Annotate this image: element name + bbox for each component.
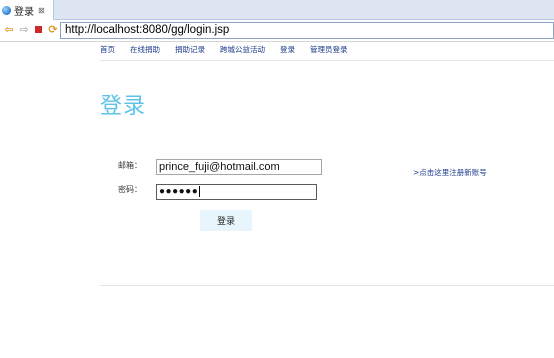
password-label: 密码： <box>118 185 142 194</box>
browser-toolbar: ⇦ ⇨ ⟳ http://localhost:8080/gg/login.jsp <box>0 20 554 42</box>
password-mask: ●●●●●● <box>159 186 199 197</box>
forward-icon[interactable]: ⇨ <box>18 24 30 36</box>
site-nav: 首页 在线捐助 捐助记录 跨城公益活动 登录 管理员登录 <box>100 44 363 58</box>
stop-icon[interactable] <box>33 24 45 36</box>
editor-tab-strip: 登录 ⊠ <box>0 0 554 20</box>
browser-tab[interactable]: 登录 ⊠ <box>0 0 54 20</box>
password-field[interactable]: ●●●●●● <box>156 184 317 200</box>
nav-item-charity-events[interactable]: 跨城公益活动 <box>220 44 265 58</box>
footer-divider <box>100 285 554 286</box>
email-label: 邮箱： <box>118 161 142 170</box>
login-button[interactable]: 登录 <box>200 210 252 231</box>
close-icon[interactable]: ⊠ <box>38 6 45 15</box>
register-link[interactable]: >点击这里注册新账号 <box>413 167 487 178</box>
globe-icon <box>2 5 11 15</box>
back-icon[interactable]: ⇦ <box>3 24 15 36</box>
nav-item-login[interactable]: 登录 <box>280 44 295 58</box>
email-field[interactable]: prince_fuji@hotmail.com <box>156 159 322 175</box>
refresh-icon[interactable]: ⟳ <box>47 24 59 36</box>
nav-item-online-donation[interactable]: 在线捐助 <box>130 44 160 58</box>
address-bar[interactable]: http://localhost:8080/gg/login.jsp <box>60 22 554 39</box>
tab-title: 登录 <box>14 6 34 18</box>
nav-item-donation-records[interactable]: 捐助记录 <box>175 44 205 58</box>
nav-divider <box>100 60 554 61</box>
nav-item-admin-login[interactable]: 管理员登录 <box>310 44 348 58</box>
page-title: 登录 <box>100 94 147 119</box>
nav-item-home[interactable]: 首页 <box>100 44 115 58</box>
text-caret <box>199 185 201 197</box>
